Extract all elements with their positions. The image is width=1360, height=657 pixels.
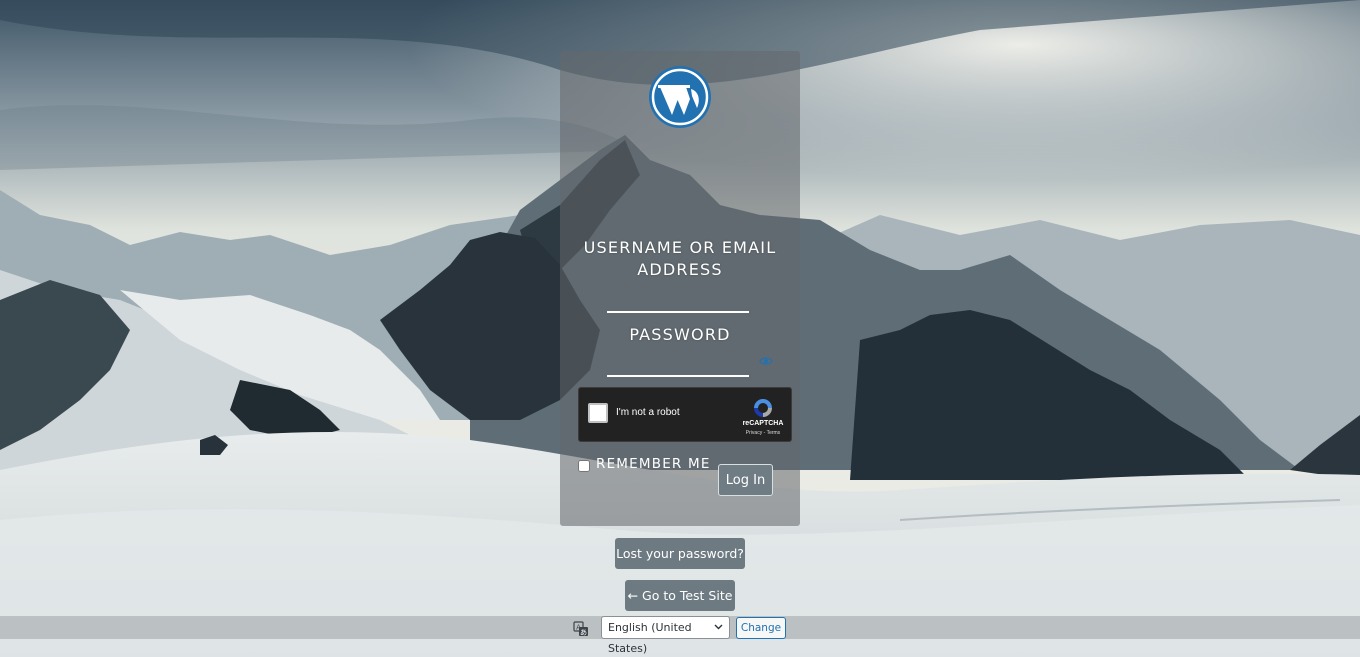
svg-text:あ: あ: [580, 629, 587, 637]
lost-password-link[interactable]: Lost your password?: [615, 538, 745, 569]
username-input[interactable]: [607, 287, 749, 313]
username-label: USERNAME OR EMAIL ADDRESS: [583, 238, 777, 279]
chevron-down-icon: [714, 624, 723, 630]
password-label: PASSWORD: [629, 325, 731, 344]
password-input[interactable]: [607, 351, 749, 377]
recaptcha-terms-link[interactable]: Terms: [767, 430, 781, 436]
login-panel: USERNAME OR EMAIL ADDRESS PASSWORD I'm n…: [560, 51, 800, 526]
recaptcha-label: I'm not a robot: [616, 407, 680, 418]
recaptcha-brand: reCAPTCHA: [742, 420, 784, 427]
recaptcha-checkbox[interactable]: [588, 403, 608, 423]
recaptcha-links: Privacy - Terms: [735, 430, 791, 436]
remember-me-checkbox[interactable]: [578, 460, 590, 472]
change-language-button[interactable]: Change: [736, 617, 786, 639]
recaptcha-privacy-link[interactable]: Privacy: [746, 430, 762, 436]
recaptcha-widget: I'm not a robot reCAPTCHA Privacy - Term…: [578, 387, 792, 442]
recaptcha-logo-icon: [754, 399, 772, 417]
remember-me-label[interactable]: REMEMBER ME: [596, 456, 711, 472]
wordpress-logo[interactable]: [648, 65, 712, 129]
language-select[interactable]: English (United States): [601, 616, 730, 655]
eye-icon[interactable]: [759, 355, 773, 367]
translate-icon: A あ: [573, 621, 588, 637]
back-to-site-link[interactable]: ← Go to Test Site: [625, 580, 735, 611]
login-button[interactable]: Log In: [718, 464, 773, 496]
